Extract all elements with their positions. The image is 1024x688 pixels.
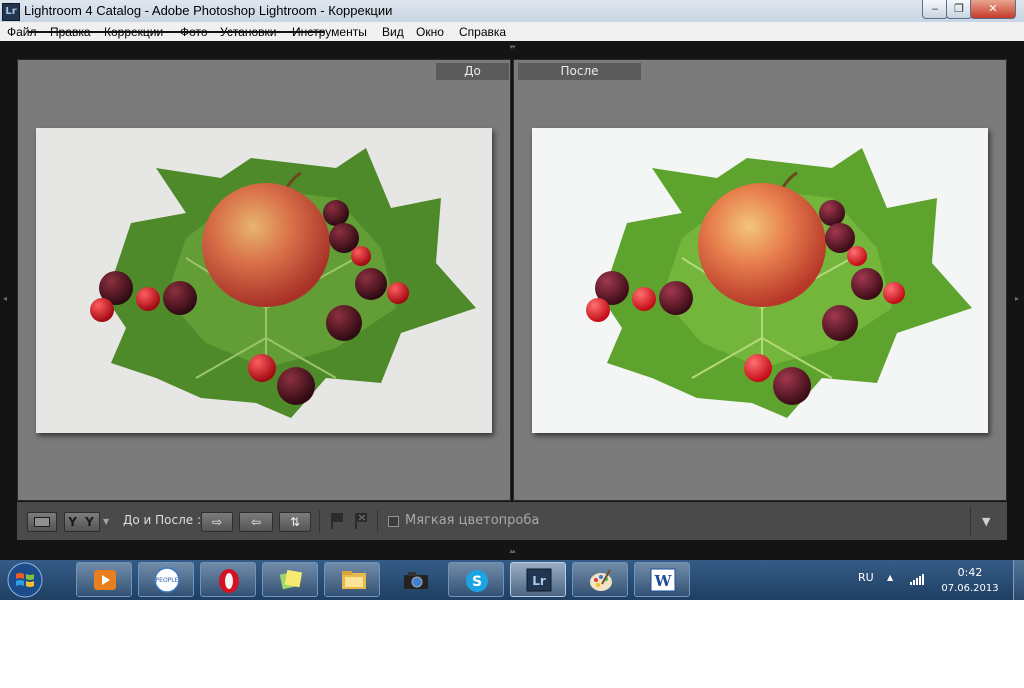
before-pane[interactable]: До	[17, 59, 511, 501]
bottom-panel-toggle-icon[interactable]: ▴▴	[506, 548, 518, 555]
before-photo-image	[36, 128, 492, 433]
tray-clock-time[interactable]: 0:42	[930, 566, 1010, 579]
folder-icon	[342, 571, 366, 589]
taskbar-sticky-notes[interactable]	[262, 562, 318, 597]
arrow-right-icon: ⇨	[211, 515, 223, 529]
taskbar-lightroom[interactable]: Lr	[510, 562, 566, 597]
develop-toolbar: Y Y ▼ До и После : ⇨ ⇦ ⇅ Мягкая цветопро…	[17, 502, 1007, 540]
top-panel-toggle-icon[interactable]: ▾▾	[506, 44, 518, 51]
menu-view[interactable]: Вид	[382, 25, 404, 39]
before-photo[interactable]	[36, 128, 492, 433]
before-label: До	[436, 63, 509, 80]
word-icon: W	[650, 568, 676, 592]
toolbar-separator	[377, 510, 378, 532]
copy-before-to-after-button[interactable]: ⇨	[201, 512, 233, 532]
taskbar-skype[interactable]: S	[448, 562, 504, 597]
tray-clock-date[interactable]: 07.06.2013	[930, 583, 1010, 594]
reject-flag-icon[interactable]	[353, 512, 369, 530]
copy-after-to-before-button[interactable]: ⇦	[239, 512, 273, 532]
network-signal-icon[interactable]	[910, 573, 924, 585]
tray-language-indicator[interactable]: RU	[858, 571, 874, 584]
arrow-left-icon: ⇦	[250, 515, 262, 529]
taskbar-media-player[interactable]	[76, 562, 132, 597]
start-button[interactable]	[5, 561, 45, 599]
after-photo-image	[532, 128, 988, 433]
swap-icon: ⇅	[289, 515, 301, 529]
taskbar-file-explorer[interactable]	[324, 562, 380, 597]
menu-window[interactable]: Окно	[416, 25, 444, 39]
blank-area	[0, 600, 1024, 688]
loupe-view-button[interactable]	[27, 512, 57, 532]
paint-palette-icon	[590, 569, 612, 591]
swap-before-after-button[interactable]: ⇅	[279, 512, 311, 532]
soft-proofing-label[interactable]: Мягкая цветопроба	[405, 513, 539, 528]
taskbar-camera[interactable]	[386, 562, 442, 597]
show-desktop-button[interactable]	[1013, 560, 1024, 600]
menu-bar: Файл Правка Коррекции Фото Установки Инс…	[0, 22, 1024, 42]
pick-flag-icon[interactable]	[329, 512, 345, 530]
svg-text:S: S	[472, 574, 482, 590]
soft-proofing-checkbox[interactable]	[388, 516, 399, 527]
windows-taskbar: PEOPLE S Lr W RU ▲ 0:42 07.06.2013	[0, 560, 1024, 600]
media-player-icon	[94, 570, 116, 590]
maximize-button[interactable]: ❐	[946, 0, 972, 19]
toolbar-content-menu-icon[interactable]: ▼	[982, 515, 990, 528]
after-pane[interactable]: После	[513, 59, 1007, 501]
toolbar-separator	[970, 506, 971, 536]
lightroom-app-icon[interactable]: Lr	[2, 3, 20, 21]
menu-help[interactable]: Справка	[459, 25, 506, 39]
after-label: После	[518, 63, 641, 80]
left-panel-toggle-icon[interactable]: ◂	[3, 294, 7, 303]
minimize-button[interactable]: ‒	[922, 0, 948, 19]
camera-icon	[404, 572, 428, 589]
taskbar-people-net[interactable]: PEOPLE	[138, 562, 194, 597]
word-icon-text: W	[654, 572, 673, 590]
people-net-icon: PEOPLE	[154, 567, 180, 593]
toolbar-separator	[319, 510, 320, 532]
taskbar-word[interactable]: W	[634, 562, 690, 597]
loupe-view-icon	[34, 517, 50, 527]
view-mode-dropdown-icon[interactable]: ▼	[103, 517, 109, 526]
before-after-view-button[interactable]: Y Y	[64, 512, 100, 532]
before-after-label: До и После :	[123, 513, 202, 527]
people-net-text: PEOPLE	[156, 577, 179, 584]
sticky-notes-icon	[279, 569, 303, 590]
window-title: Lightroom 4 Catalog - Adobe Photoshop Li…	[24, 3, 393, 18]
right-panel-toggle-icon[interactable]: ▸	[1015, 294, 1019, 303]
opera-icon	[219, 569, 239, 593]
skype-icon: S	[466, 570, 488, 592]
close-button[interactable]: ✕	[970, 0, 1016, 19]
menu-scribble-mark	[28, 31, 324, 33]
taskbar-opera[interactable]	[200, 562, 256, 597]
after-photo[interactable]	[532, 128, 988, 433]
taskbar-paint[interactable]	[572, 562, 628, 597]
lightroom-icon: Lr	[526, 568, 552, 592]
lightroom-icon-text: Lr	[532, 574, 546, 588]
tray-show-hidden-icon[interactable]: ▲	[887, 573, 893, 582]
